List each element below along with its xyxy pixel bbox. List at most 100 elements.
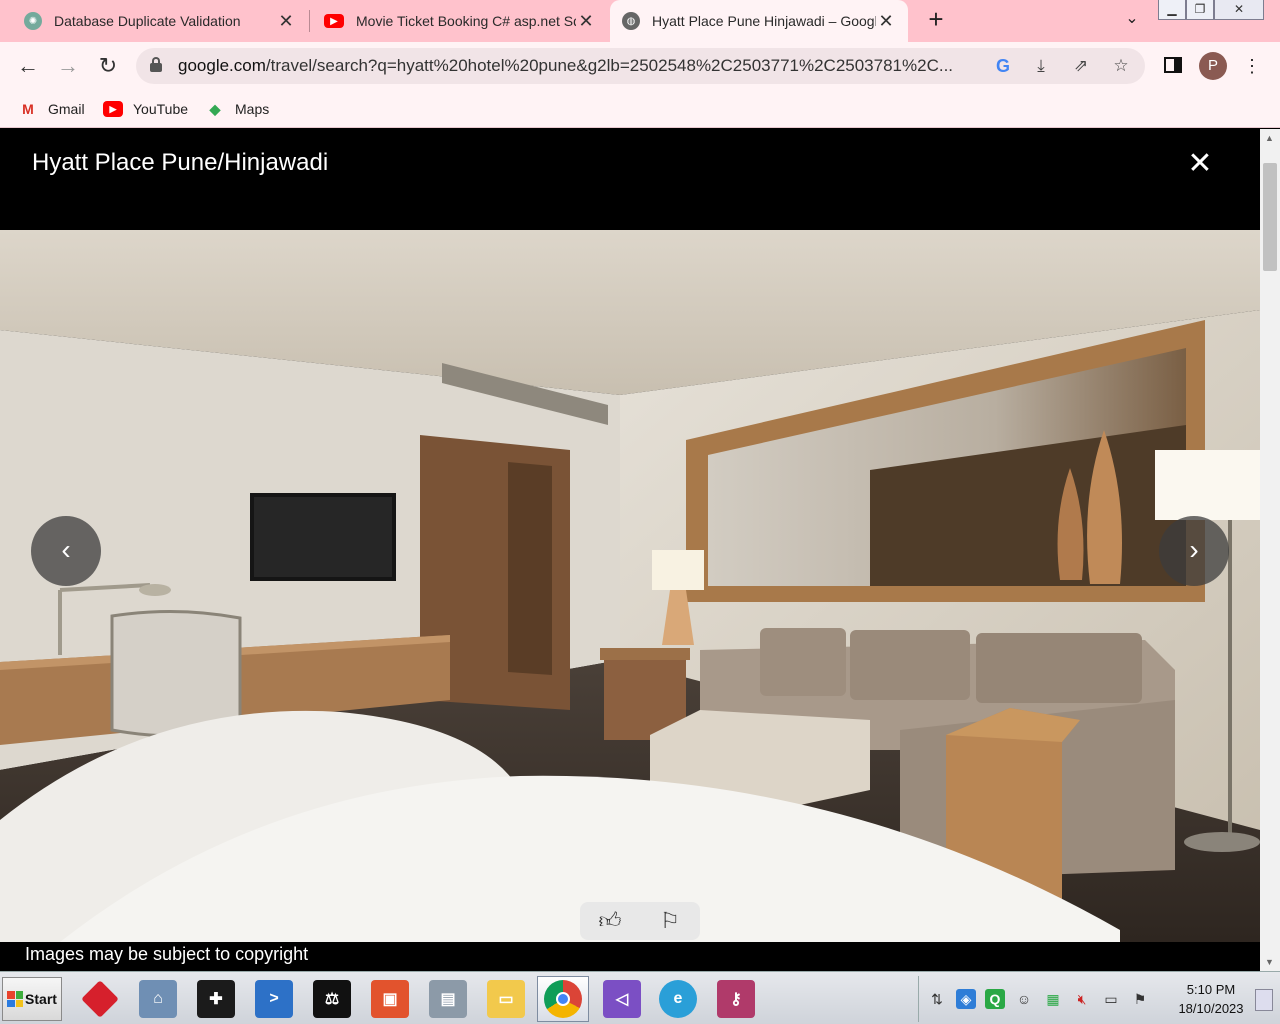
presentation-icon: ▣: [371, 980, 409, 1018]
scrollbar-thumb[interactable]: [1263, 163, 1277, 271]
tab-hyatt-active[interactable]: ◍ Hyatt Place Pune Hinjawadi – Googl ✕: [610, 0, 908, 42]
scroll-up-icon[interactable]: ▲: [1265, 133, 1274, 143]
viewer-title: Hyatt Place Pune/Hinjawadi: [32, 149, 329, 176]
tab-search-chevron-icon[interactable]: ⌄: [1120, 8, 1144, 32]
taskbar: Start ⌂ ✚ > ⚖ ▣ ▤ ▭ ◁ e ⚷ ⇅ ◈ Q ☺ ▦ 🔇︎ ▭…: [0, 971, 1280, 1024]
windows-logo-icon: [7, 991, 24, 1007]
browser-toolbar: ← → ↻ google.com/travel/search?q=hyatt%2…: [0, 42, 1280, 90]
window-close-icon[interactable]: ✕: [1214, 0, 1264, 20]
address-bar[interactable]: google.com/travel/search?q=hyatt%20hotel…: [136, 48, 1145, 84]
system-tray: ⇅ ◈ Q ☺ ▦ 🔇︎ ▭ ⚑ 5:10 PM 18/10/2023: [918, 976, 1278, 1022]
tab-strip: ✺ Database Duplicate Validation ✕ ▶ Movi…: [0, 0, 1280, 42]
taskbar-app-file-explorer[interactable]: ▭: [480, 976, 532, 1022]
url-text[interactable]: google.com/travel/search?q=hyatt%20hotel…: [178, 56, 978, 76]
powershell-icon: >: [255, 980, 293, 1018]
bookmark-maps[interactable]: ◆ Maps: [205, 96, 270, 122]
taskbar-app-red-diamond[interactable]: [74, 976, 126, 1022]
scroll-down-icon[interactable]: ▼: [1265, 957, 1274, 967]
tab-title: Database Duplicate Validation: [54, 13, 241, 29]
page-scrollbar[interactable]: ▲ ▼: [1260, 129, 1280, 971]
tab-database-duplicate[interactable]: ✺ Database Duplicate Validation ✕: [12, 0, 308, 42]
image-viewer: Hyatt Place Pune/Hinjawadi ✕ ‹ › 👍︎ ⚐ Im…: [0, 129, 1260, 971]
internet-explorer-icon: e: [659, 980, 697, 1018]
clock[interactable]: 5:10 PM 18/10/2023: [1171, 980, 1251, 1018]
tab-movie-ticket[interactable]: ▶ Movie Ticket Booking C# asp.net Sq ✕: [312, 0, 608, 42]
close-tab-icon[interactable]: ✕: [276, 11, 296, 32]
youtube-icon: ▶: [324, 14, 344, 28]
start-button[interactable]: Start: [2, 977, 62, 1021]
tray-monitor-icon[interactable]: ▭: [1101, 989, 1121, 1009]
folder-icon: ▭: [487, 980, 525, 1018]
restore-icon[interactable]: ❐: [1186, 0, 1214, 20]
globe-icon: ◍: [622, 12, 640, 30]
show-desktop-icon[interactable]: [1255, 989, 1273, 1011]
bookmarks-bar: M Gmail ▶ YouTube ◆ Maps: [0, 90, 1280, 128]
tab-separator: [309, 10, 310, 32]
key-app-icon: ⚷: [717, 980, 755, 1018]
google-lens-icon[interactable]: G: [992, 55, 1014, 77]
taskbar-app-powershell[interactable]: >: [248, 976, 300, 1022]
forward-arrow-icon[interactable]: →: [54, 52, 82, 80]
thumbs-up-icon[interactable]: 👍︎: [595, 906, 625, 936]
chrome-icon: [544, 980, 582, 1018]
taskbar-app-visual-studio[interactable]: ◁: [596, 976, 648, 1022]
install-app-icon[interactable]: ⤓: [1030, 55, 1052, 77]
gmail-icon: M: [22, 101, 34, 117]
side-panel-icon[interactable]: [1164, 57, 1182, 73]
tray-q-icon[interactable]: Q: [985, 989, 1005, 1009]
bookmark-label: Maps: [235, 101, 270, 117]
bookmark-youtube[interactable]: ▶ YouTube: [103, 96, 188, 122]
server-icon: ▤: [429, 980, 467, 1018]
tray-network-icon[interactable]: ⇅: [927, 989, 947, 1009]
close-tab-icon[interactable]: ✕: [876, 11, 896, 32]
share-icon[interactable]: ⇗: [1070, 55, 1092, 77]
tray-shield-icon[interactable]: ◈: [956, 989, 976, 1009]
start-label: Start: [25, 991, 57, 1007]
next-image-button[interactable]: ›: [1159, 516, 1229, 586]
network-computer-icon: ⌂: [139, 980, 177, 1018]
close-tab-icon[interactable]: ✕: [576, 11, 596, 32]
window-controls: ▁ ❐ ✕: [1158, 0, 1264, 22]
tab-title: Movie Ticket Booking C# asp.net Sq: [356, 13, 576, 29]
new-tab-button[interactable]: +: [922, 6, 950, 34]
visual-studio-icon: ◁: [603, 980, 641, 1018]
volume-muted-icon[interactable]: 🔇︎: [1072, 989, 1092, 1009]
reload-icon[interactable]: ↻: [94, 52, 122, 80]
close-icon[interactable]: ✕: [1184, 149, 1216, 181]
clock-date: 18/10/2023: [1178, 1001, 1244, 1016]
minimize-icon[interactable]: ▁: [1158, 0, 1186, 20]
previous-image-button[interactable]: ‹: [31, 516, 101, 586]
action-center-flag-icon[interactable]: ⚑: [1130, 989, 1150, 1009]
copyright-notice: Images may be subject to copyright: [25, 944, 309, 964]
bookmark-gmail[interactable]: M Gmail: [18, 96, 85, 122]
cross-app-icon: ✚: [197, 980, 235, 1018]
tab-title: Hyatt Place Pune Hinjawadi – Googl: [652, 13, 876, 29]
maps-icon: ◆: [209, 100, 221, 117]
taskbar-app-scales[interactable]: ⚖: [306, 976, 358, 1022]
profile-avatar[interactable]: P: [1199, 52, 1227, 80]
scales-icon: ⚖: [313, 980, 351, 1018]
bookmark-label: Gmail: [48, 101, 85, 117]
tray-grid-icon[interactable]: ▦: [1043, 989, 1063, 1009]
hotel-room-photo-drawing: [0, 230, 1260, 942]
taskbar-app-server[interactable]: ▤: [422, 976, 474, 1022]
lock-icon[interactable]: [150, 57, 162, 73]
menu-kebab-icon[interactable]: ⋮: [1240, 54, 1264, 78]
chatgpt-icon: ✺: [24, 12, 42, 30]
red-diamond-icon: [81, 980, 119, 1018]
taskbar-app-cross[interactable]: ✚: [190, 976, 242, 1022]
youtube-icon: ▶: [103, 101, 123, 117]
taskbar-app-presentation[interactable]: ▣: [364, 976, 416, 1022]
tray-user-icon[interactable]: ☺: [1014, 989, 1034, 1009]
clock-time: 5:10 PM: [1186, 982, 1236, 997]
bookmark-star-icon[interactable]: ☆: [1110, 55, 1132, 77]
taskbar-app-internet-explorer[interactable]: e: [652, 976, 704, 1022]
taskbar-app-network[interactable]: ⌂: [132, 976, 184, 1022]
taskbar-app-chrome[interactable]: [537, 976, 589, 1022]
hotel-room-photo: [0, 230, 1260, 942]
bookmark-label: YouTube: [133, 101, 189, 117]
report-flag-icon[interactable]: ⚐: [655, 906, 685, 936]
feedback-bar: 👍︎ ⚐: [580, 902, 700, 940]
back-arrow-icon[interactable]: ←: [14, 52, 42, 80]
taskbar-app-key[interactable]: ⚷: [710, 976, 762, 1022]
